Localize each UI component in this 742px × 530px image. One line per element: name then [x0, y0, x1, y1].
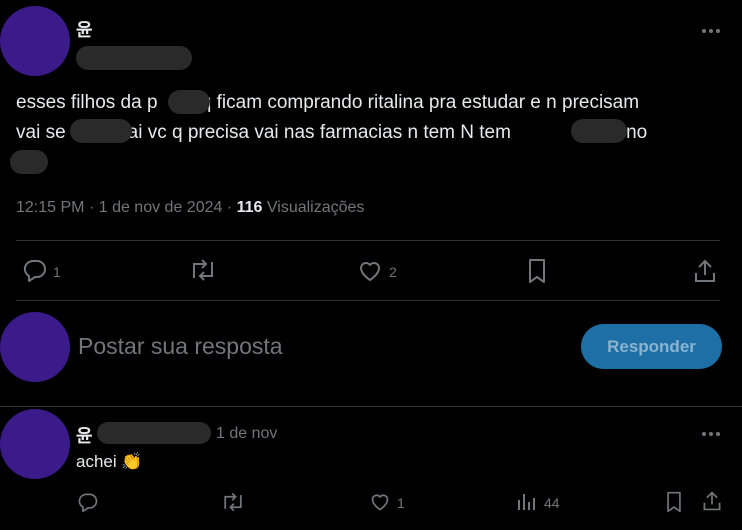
like-icon[interactable] [369, 492, 391, 512]
author-handle-redacted [76, 46, 192, 70]
more-icon[interactable] [700, 429, 722, 439]
share-icon[interactable] [693, 258, 717, 284]
views-count: 116 [236, 199, 263, 216]
redacted-word [10, 150, 48, 174]
reply-input[interactable]: Postar sua resposta [78, 333, 283, 360]
separator: · [226, 199, 233, 216]
avatar[interactable] [0, 6, 70, 76]
clapping-hands-icon: 👏 [121, 452, 143, 471]
redacted-word [70, 119, 132, 143]
post-text-segment: esses filhos da p [16, 92, 158, 113]
bookmark-icon[interactable] [527, 258, 547, 284]
post-time[interactable]: 12:15 PM [16, 199, 84, 216]
reply-like-count: 1 [397, 495, 405, 511]
retweet-icon[interactable] [220, 491, 246, 513]
reply-icon[interactable] [77, 491, 99, 513]
retweet-icon[interactable] [188, 258, 218, 282]
reply-text: achei 👏 [76, 452, 143, 472]
reply-author-name[interactable]: 윤 [76, 422, 93, 448]
post-text-segment: vai se [16, 122, 66, 143]
redacted-word [168, 90, 210, 114]
like-count: 2 [389, 264, 397, 280]
composer-avatar[interactable] [0, 312, 70, 382]
post-date[interactable]: 1 de nov de 2024 [99, 199, 223, 216]
reply-count: 1 [53, 264, 61, 280]
divider [16, 240, 720, 241]
post-text-segment: ai vc q precisa vai nas farmacias n tem … [127, 122, 517, 143]
divider [0, 406, 742, 407]
reply-date[interactable]: 1 de nov [216, 425, 277, 443]
reply-text-content: achei [76, 452, 117, 471]
more-icon[interactable] [700, 26, 722, 36]
bookmark-icon[interactable] [665, 491, 683, 513]
reply-avatar[interactable] [0, 409, 70, 479]
separator: · [88, 199, 95, 216]
divider [16, 300, 720, 301]
reply-views-count: 44 [544, 495, 560, 511]
reply-handle-redacted [97, 422, 211, 444]
post-text-segment: q ficam comprando ritalina pra estudar e… [195, 92, 640, 113]
like-icon[interactable] [357, 259, 383, 283]
reply-icon[interactable] [22, 258, 48, 282]
post-text-line-1: esses filhos da p q ficam comprando rita… [16, 87, 639, 118]
redacted-word [571, 119, 627, 143]
author-name[interactable]: 윤 [76, 16, 93, 42]
views-icon[interactable] [516, 492, 538, 512]
share-icon[interactable] [701, 490, 723, 512]
views-label: Visualizações [266, 199, 365, 216]
post-meta: 12:15 PM · 1 de nov de 2024 · 116 Visual… [16, 199, 364, 217]
reply-button-label: Responder [607, 337, 696, 356]
